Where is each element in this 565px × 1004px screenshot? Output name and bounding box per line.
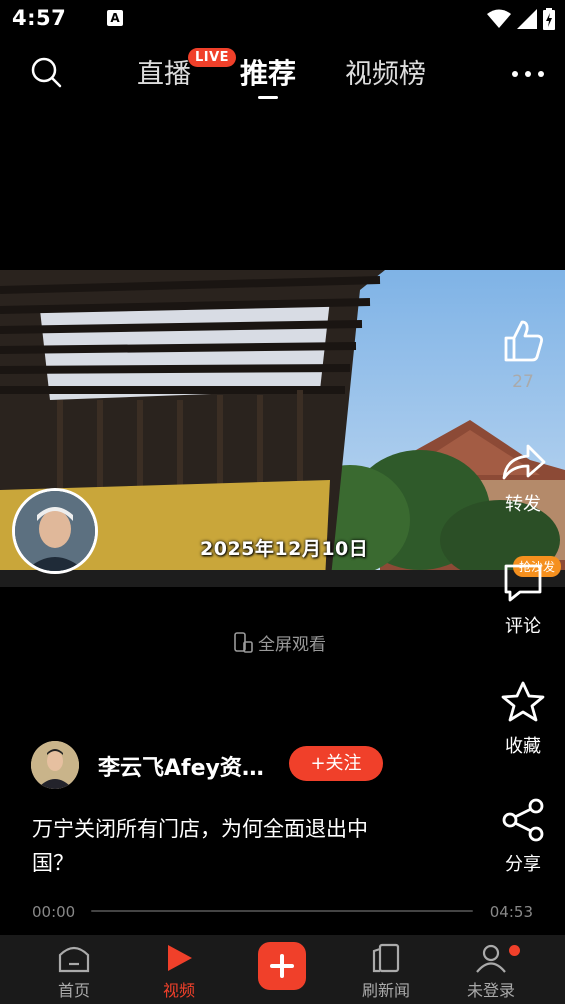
add-button[interactable]: [258, 942, 306, 990]
author-avatar[interactable]: [31, 741, 79, 789]
active-tab-indicator: [258, 96, 278, 99]
user-icon: [476, 944, 506, 973]
home-icon: [58, 946, 90, 973]
forward-label: 转发: [505, 494, 541, 515]
nav-video-label: 视频: [162, 981, 195, 1000]
more-icon[interactable]: [511, 64, 545, 77]
comment-label: 评论: [505, 616, 541, 637]
collect-button[interactable]: 收藏: [483, 680, 563, 758]
comment-button[interactable]: 评论: [483, 560, 563, 638]
fullscreen-icon: [234, 631, 253, 653]
tab-live[interactable]: 直播: [137, 52, 191, 91]
share-button[interactable]: 分享: [483, 798, 563, 876]
tab-recommend[interactable]: 推荐: [240, 52, 296, 92]
status-time: 4:57: [12, 6, 67, 30]
forward-button[interactable]: 转发: [483, 442, 563, 516]
like-count: 27: [512, 372, 534, 392]
live-badge: LIVE: [188, 48, 237, 67]
share-icon: [502, 798, 544, 842]
nav-home[interactable]: 首页: [34, 943, 114, 1001]
fullscreen-button[interactable]: 全屏观看: [232, 630, 326, 655]
like-button[interactable]: 27: [483, 318, 563, 392]
comment-icon: [504, 564, 542, 602]
battery-icon: [543, 8, 555, 30]
nav-login-label: 未登录: [466, 981, 515, 1000]
follow-button[interactable]: +关注: [289, 746, 383, 781]
current-time: 00:00: [32, 903, 76, 921]
forward-icon: [502, 444, 546, 480]
status-icons: [487, 8, 555, 30]
progress-bar[interactable]: [91, 910, 473, 912]
collect-label: 收藏: [505, 736, 541, 757]
video-date-overlay: 2025年12月10日: [200, 538, 369, 560]
star-icon: [501, 681, 545, 722]
post-title: 万宁关闭所有门店，为何全面退出中国？: [32, 817, 368, 875]
play-icon: [168, 945, 192, 971]
nav-video[interactable]: 视频: [139, 943, 219, 1001]
notification-dot: [509, 945, 520, 956]
nav-refresh-label: 刷新闻: [361, 981, 410, 1000]
news-icon: [372, 943, 400, 973]
anchor-avatar[interactable]: [12, 488, 98, 574]
fullscreen-label: 全屏观看: [258, 635, 326, 655]
search-icon[interactable]: [30, 56, 62, 88]
author-name[interactable]: 李云飞Afey资…: [98, 750, 268, 782]
thumbs-up-icon: [504, 320, 543, 362]
bottom-nav: 首页 视频 刷新闻 未登录: [0, 935, 565, 1004]
nav-home-label: 首页: [57, 981, 90, 1000]
plus-icon: [270, 954, 294, 978]
share-label: 分享: [505, 854, 541, 875]
notification-icon: A: [107, 10, 123, 26]
nav-refresh-news[interactable]: 刷新闻: [346, 943, 426, 1001]
total-time: 04:53: [489, 903, 533, 921]
wifi-icon: [487, 9, 511, 28]
tab-video-rank[interactable]: 视频榜: [345, 52, 426, 91]
signal-icon: [517, 9, 537, 29]
